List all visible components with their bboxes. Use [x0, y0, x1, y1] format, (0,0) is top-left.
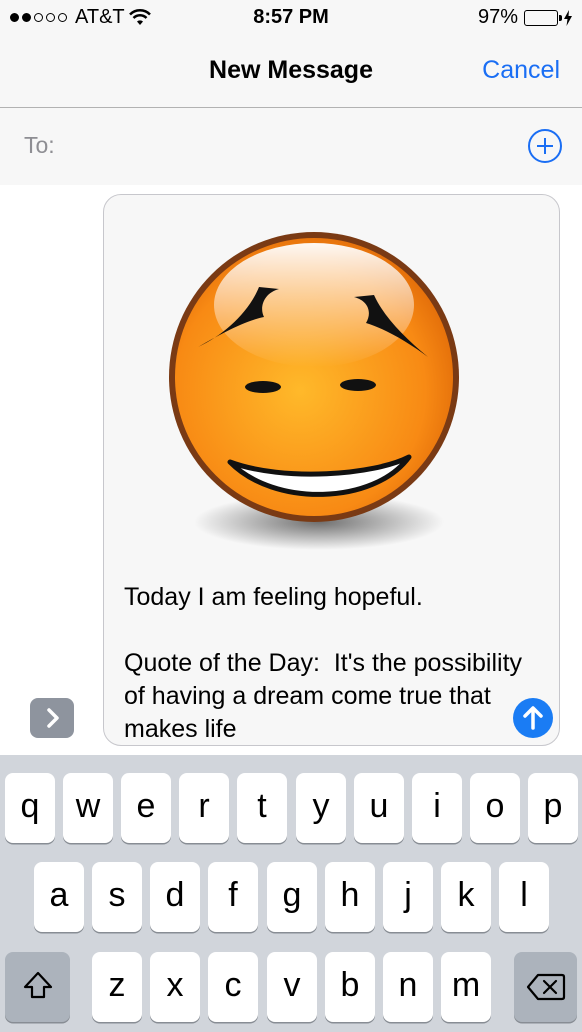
- recipient-row[interactable]: To:: [0, 108, 582, 185]
- expand-apps-button[interactable]: [30, 698, 74, 738]
- add-recipient-button[interactable]: [528, 129, 562, 163]
- key-c[interactable]: c: [208, 952, 258, 1022]
- delete-icon: [526, 973, 565, 1001]
- key-a[interactable]: a: [34, 862, 84, 932]
- keyboard: q w e r t y u i o p a s d f g h j k l z …: [0, 755, 582, 1032]
- key-t[interactable]: t: [237, 773, 287, 843]
- battery-icon: [524, 9, 562, 26]
- shift-key[interactable]: [5, 952, 70, 1022]
- shift-icon: [23, 971, 52, 999]
- message-text: Today I am feeling hopeful. Quote of the…: [124, 583, 523, 743]
- key-x[interactable]: x: [150, 952, 200, 1022]
- key-b[interactable]: b: [325, 952, 375, 1022]
- key-d[interactable]: d: [150, 862, 200, 932]
- hopeful-emoji-image: [169, 232, 459, 550]
- key-s[interactable]: s: [92, 862, 142, 932]
- message-compose-field[interactable]: Today I am feeling hopeful. Quote of the…: [103, 194, 560, 746]
- key-z[interactable]: z: [92, 952, 142, 1022]
- key-g[interactable]: g: [267, 862, 317, 932]
- arrow-up-icon: [523, 706, 543, 730]
- key-r[interactable]: r: [179, 773, 229, 843]
- chevron-right-icon: [47, 708, 59, 728]
- key-w[interactable]: w: [63, 773, 113, 843]
- key-f[interactable]: f: [208, 862, 258, 932]
- key-p[interactable]: p: [528, 773, 578, 843]
- key-e[interactable]: e: [121, 773, 171, 843]
- status-bar: AT&T 8:57 PM 97%: [0, 0, 582, 36]
- key-o[interactable]: o: [470, 773, 520, 843]
- key-y[interactable]: y: [296, 773, 346, 843]
- send-button[interactable]: [513, 698, 553, 738]
- to-label: To:: [24, 132, 55, 158]
- key-j[interactable]: j: [383, 862, 433, 932]
- navigation-bar: New Message Cancel: [0, 36, 582, 108]
- key-v[interactable]: v: [267, 952, 317, 1022]
- key-m[interactable]: m: [441, 952, 491, 1022]
- key-h[interactable]: h: [325, 862, 375, 932]
- key-n[interactable]: n: [383, 952, 433, 1022]
- key-i[interactable]: i: [412, 773, 462, 843]
- key-q[interactable]: q: [5, 773, 55, 843]
- delete-key[interactable]: [514, 952, 577, 1022]
- status-right: 97%: [478, 6, 572, 29]
- charging-icon: [564, 9, 572, 26]
- cancel-button[interactable]: Cancel: [482, 56, 560, 85]
- key-l[interactable]: l: [499, 862, 549, 932]
- key-k[interactable]: k: [441, 862, 491, 932]
- key-u[interactable]: u: [354, 773, 404, 843]
- battery-percent: 97%: [477, 6, 518, 28]
